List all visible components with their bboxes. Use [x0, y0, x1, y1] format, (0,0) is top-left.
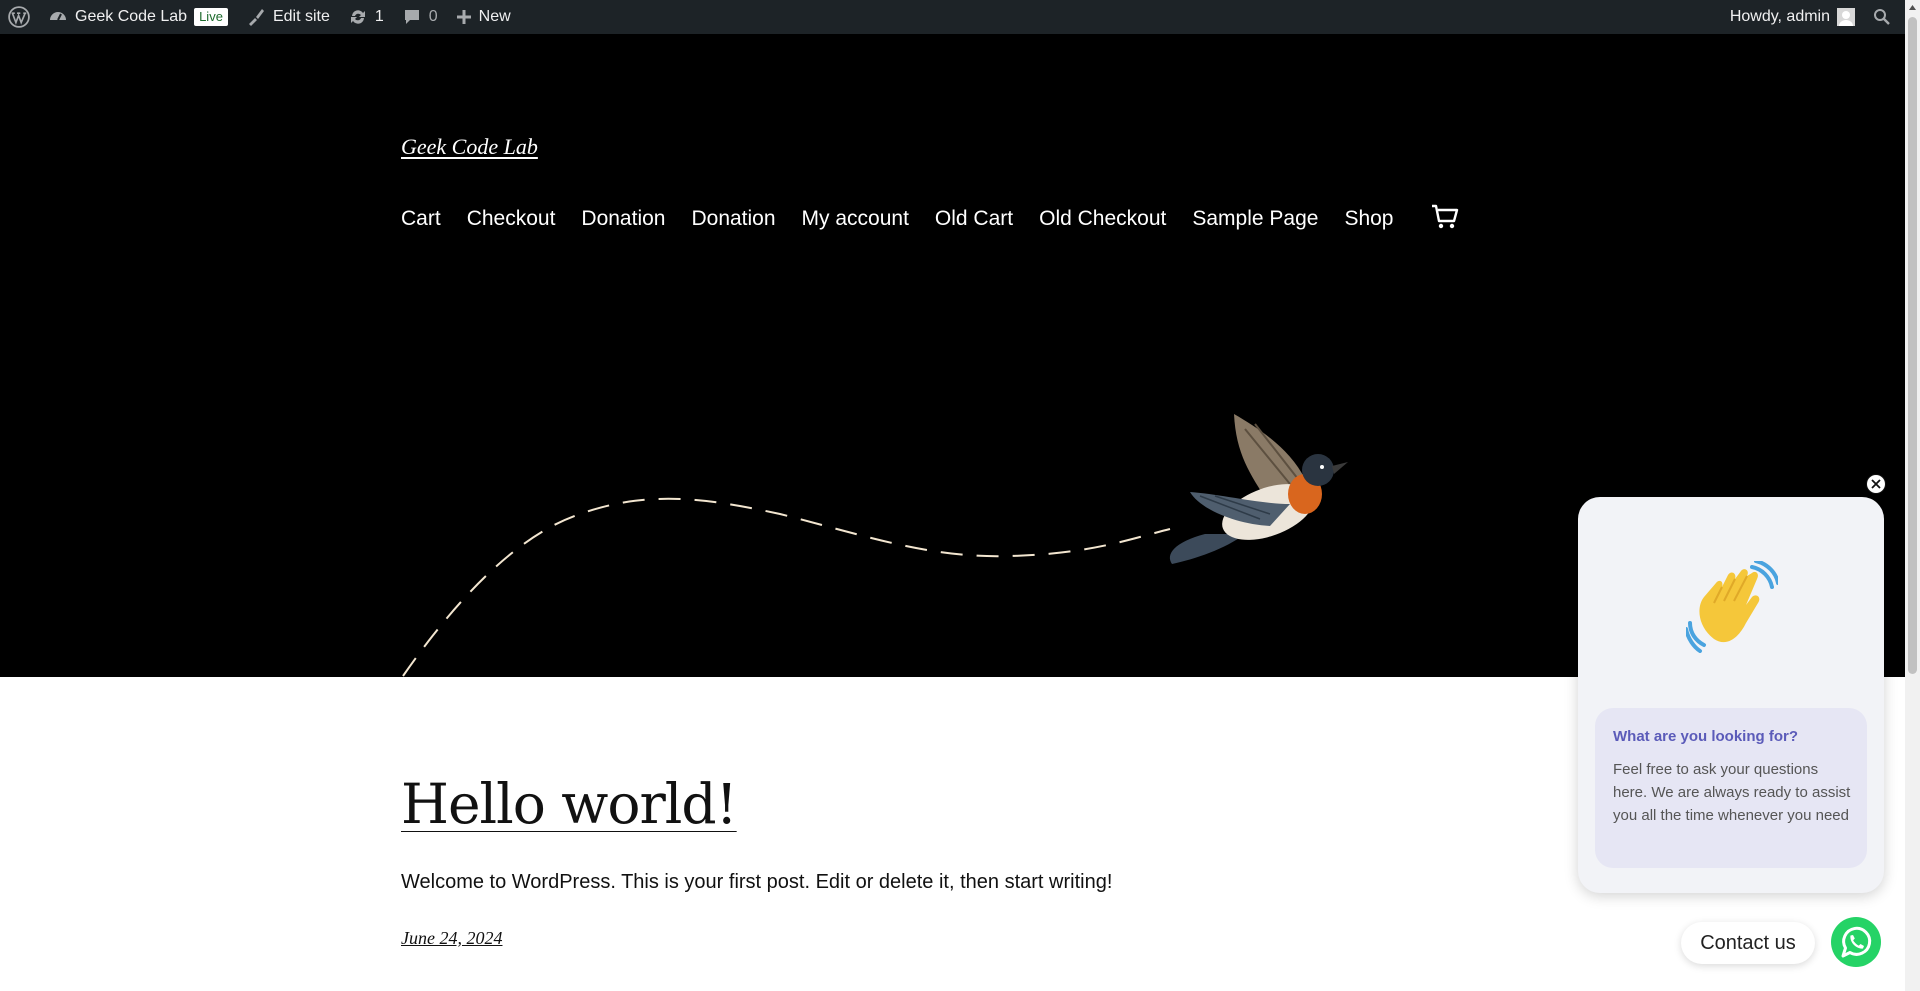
account-menu[interactable]: Howdy, admin — [1721, 0, 1864, 34]
user-icon — [1839, 11, 1853, 26]
nav-item-shop[interactable]: Shop — [1344, 207, 1393, 231]
admin-bar: Geek Code Lab Live Edit site 1 0 New How… — [0, 0, 1905, 34]
live-badge: Live — [194, 8, 228, 26]
updates-button[interactable]: 1 — [339, 0, 393, 34]
scrollbar-thumb[interactable] — [1908, 17, 1917, 674]
comments-count: 0 — [428, 8, 438, 25]
site-name-menu[interactable]: Geek Code Lab Live — [39, 0, 237, 34]
nav-item-my-account[interactable]: My account — [802, 207, 909, 231]
contact-us-button[interactable]: Contact us — [1681, 922, 1815, 964]
wordpress-icon — [8, 6, 30, 28]
nav-item-checkout[interactable]: Checkout — [467, 207, 556, 231]
howdy-label: Howdy, admin — [1729, 8, 1830, 25]
whatsapp-button[interactable] — [1831, 917, 1881, 967]
avatar — [1837, 8, 1855, 26]
post-title-link[interactable]: Hello world! — [401, 772, 738, 836]
chat-popup: What are you looking for? Feel free to a… — [1578, 497, 1884, 893]
page-scrollbar[interactable] — [1905, 0, 1920, 991]
plus-icon — [456, 10, 471, 24]
whatsapp-icon — [1831, 917, 1881, 967]
close-icon — [1871, 479, 1881, 489]
primary-navigation: Cart Checkout Donation Donation My accou… — [401, 204, 1459, 234]
dashboard-icon — [50, 12, 66, 21]
new-content-button[interactable]: New — [447, 0, 520, 34]
post-excerpt: Welcome to WordPress. This is your first… — [401, 871, 1113, 893]
chat-close-button[interactable] — [1866, 474, 1886, 494]
nav-item-old-cart[interactable]: Old Cart — [935, 207, 1013, 231]
wordpress-logo-button[interactable] — [0, 0, 39, 34]
nav-item-old-checkout[interactable]: Old Checkout — [1039, 207, 1166, 231]
nav-item-donation[interactable]: Donation — [581, 207, 665, 231]
new-label: New — [478, 8, 511, 25]
chat-heading: What are you looking for? — [1613, 728, 1799, 745]
mini-cart-button[interactable] — [1431, 204, 1459, 234]
search-icon — [1874, 9, 1890, 25]
nav-item-sample-page[interactable]: Sample Page — [1192, 207, 1318, 231]
post-date-link[interactable]: June 24, 2024 — [401, 928, 502, 949]
comments-button[interactable]: 0 — [393, 0, 447, 34]
brush-icon — [248, 9, 264, 26]
nav-item-cart[interactable]: Cart — [401, 207, 441, 231]
search-button[interactable] — [1864, 0, 1905, 34]
cart-icon — [1432, 204, 1459, 229]
updates-icon — [350, 10, 365, 24]
nav-item-donation-2[interactable]: Donation — [691, 207, 775, 231]
waving-hand-icon — [1686, 561, 1778, 653]
comment-icon — [404, 10, 419, 24]
edit-site-label: Edit site — [272, 8, 330, 25]
scroll-up-arrow-icon[interactable] — [1905, 0, 1920, 15]
updates-count: 1 — [374, 8, 384, 25]
edit-site-button[interactable]: Edit site — [237, 0, 339, 34]
site-name-label: Geek Code Lab — [75, 8, 188, 25]
chat-message-bubble: What are you looking for? Feel free to a… — [1595, 708, 1867, 868]
site-title-link[interactable]: Geek Code Lab — [401, 134, 538, 160]
chat-message-text: Feel free to ask your questions here. We… — [1613, 761, 1851, 824]
